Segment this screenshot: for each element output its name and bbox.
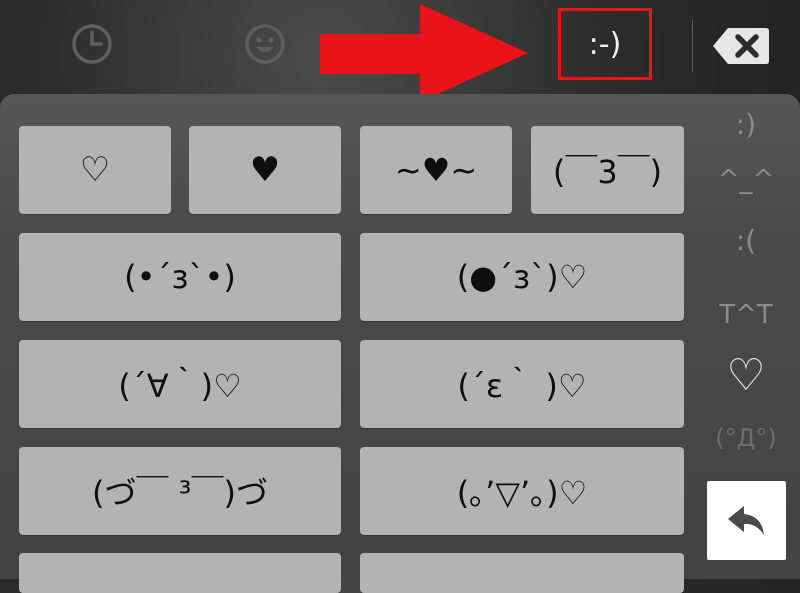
emoticon-key[interactable]: (￣3￣) [531,126,684,214]
emoticon-key[interactable]: (•´з`•) [19,233,341,321]
tab-divider [692,20,693,72]
emoticon-key-partial[interactable] [360,553,684,593]
emoticon-key[interactable]: (´ε｀ )♡ [360,340,684,428]
backspace-icon [713,28,769,64]
category-crying[interactable]: T^T [703,300,789,330]
emoticon-key[interactable]: (´∀｀)♡ [19,340,341,428]
emoticon-key[interactable]: (｡’▽’｡)♡ [360,447,684,535]
emoticon-tab[interactable]: :-) [558,8,652,80]
backspace-button[interactable] [712,26,770,66]
red-arrow-annotation [320,4,528,102]
category-happy[interactable]: ^_^ [703,165,789,195]
recent-tab[interactable] [70,22,114,66]
emoticon-key-partial[interactable] [19,553,341,593]
category-smile[interactable]: :) [703,108,789,141]
category-sad[interactable]: :( [703,224,789,257]
category-surprised[interactable]: (°Д°) [703,424,789,452]
clock-icon [72,24,112,64]
emoticon-key[interactable]: ♥ [189,126,341,214]
return-arrow-icon [727,505,764,535]
emoticon-tab-label: :-) [588,26,622,62]
category-love[interactable]: ♡ [703,350,789,401]
emoticon-key[interactable]: (●´з`)♡ [360,233,684,321]
emoticon-key[interactable]: (づ￣ ³￣)づ [19,447,341,535]
emoji-tab[interactable] [243,22,287,66]
emoticon-key[interactable]: ~♥~ [360,126,512,214]
emoticon-key[interactable]: ♡ [19,126,171,214]
smiley-icon [245,24,285,64]
category-bar: :-) [0,0,800,102]
return-button[interactable] [707,481,786,560]
